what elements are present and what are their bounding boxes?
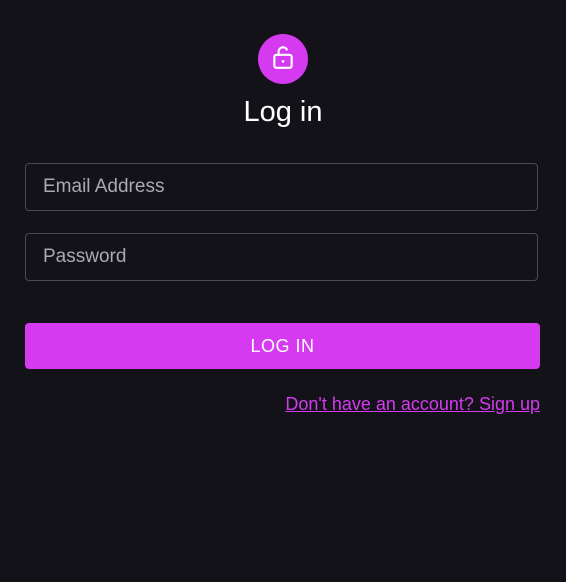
avatar: [258, 34, 308, 84]
email-input[interactable]: [26, 164, 537, 210]
password-input[interactable]: [26, 234, 537, 280]
signup-link[interactable]: Don't have an account? Sign up: [285, 394, 540, 415]
email-field[interactable]: [25, 163, 538, 211]
lock-open-icon: [270, 44, 296, 75]
login-page: Log in LOG IN Don't have an account? Sig…: [0, 0, 566, 582]
login-button[interactable]: LOG IN: [25, 323, 540, 369]
page-title: Log in: [243, 96, 323, 128]
password-field[interactable]: [25, 233, 538, 281]
